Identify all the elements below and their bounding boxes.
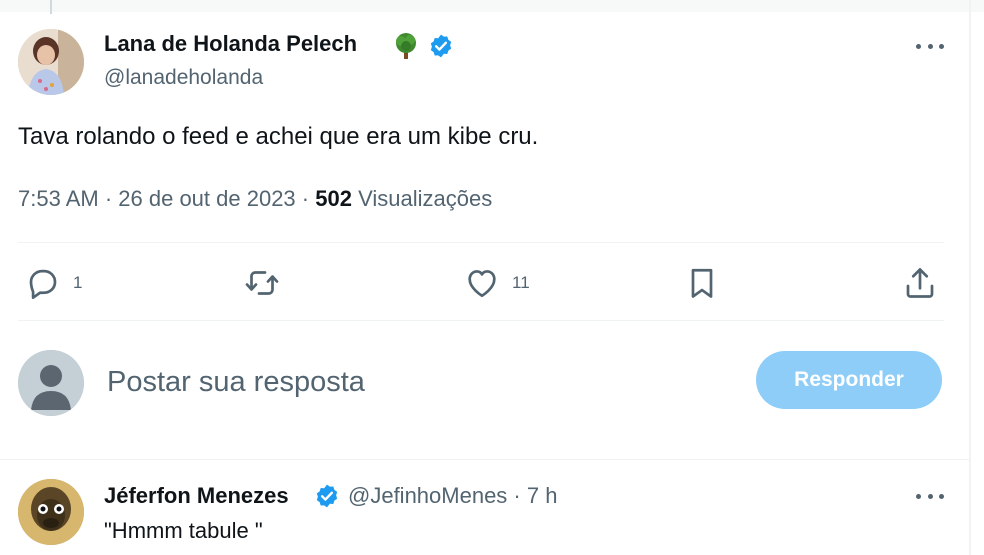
more-options-icon[interactable] bbox=[916, 41, 944, 51]
reply-count: 1 bbox=[73, 273, 83, 292]
tweet-text: Tava rolando o feed e achei que era um k… bbox=[18, 123, 539, 150]
tweet-time[interactable]: 7:53 AM bbox=[18, 186, 99, 211]
tweet-meta: 7:53 AM · 26 de out de 2023 · 502 Visual… bbox=[18, 186, 493, 211]
share-button[interactable] bbox=[902, 265, 938, 301]
reply-input[interactable] bbox=[107, 362, 707, 402]
views-count: 502 bbox=[315, 186, 352, 211]
reply-author-meta: @JefinhoMenes · 7 h bbox=[348, 483, 558, 508]
reply-author-name[interactable]: Jéferfon Menezes bbox=[104, 483, 289, 509]
repost-button[interactable] bbox=[244, 265, 292, 301]
reply-icon bbox=[29, 269, 57, 300]
more-options-icon[interactable] bbox=[916, 491, 944, 501]
bookmark-button[interactable] bbox=[684, 265, 720, 301]
divider bbox=[18, 320, 944, 321]
like-count: 11 bbox=[512, 273, 530, 292]
author-avatar[interactable] bbox=[18, 29, 84, 95]
verified-icon[interactable] bbox=[428, 33, 454, 59]
reply-time[interactable]: 7 h bbox=[527, 483, 558, 508]
default-profile-icon bbox=[18, 350, 84, 416]
heart-icon bbox=[468, 270, 496, 298]
author-handle[interactable]: @lanadeholanda bbox=[104, 66, 263, 90]
author-name[interactable]: Lana de Holanda Pelech bbox=[104, 31, 357, 57]
submit-reply-button[interactable]: Responder bbox=[756, 351, 942, 409]
bookmark-icon bbox=[691, 268, 713, 298]
divider bbox=[18, 242, 944, 243]
author-avatar-image bbox=[18, 29, 84, 95]
column-border bbox=[969, 0, 971, 555]
previous-post-strip bbox=[0, 0, 984, 12]
reply-author-handle[interactable]: @JefinhoMenes bbox=[348, 483, 507, 508]
repost-icon bbox=[245, 271, 279, 295]
views-label: Visualizações bbox=[358, 186, 493, 211]
thread-connector-line bbox=[50, 0, 52, 14]
reply-author-avatar-image bbox=[18, 479, 84, 545]
reply-text: "Hmmm tabule " bbox=[104, 518, 263, 543]
tweet-date[interactable]: 26 de out de 2023 bbox=[118, 186, 295, 211]
current-user-avatar[interactable] bbox=[18, 350, 84, 416]
share-icon bbox=[906, 268, 934, 298]
reply-button[interactable]: 1 bbox=[25, 265, 82, 301]
like-button[interactable]: 11 bbox=[464, 265, 530, 301]
tree-icon bbox=[396, 33, 416, 59]
reply-author-avatar[interactable] bbox=[18, 479, 84, 545]
divider bbox=[0, 459, 969, 460]
verified-icon[interactable] bbox=[314, 483, 340, 509]
